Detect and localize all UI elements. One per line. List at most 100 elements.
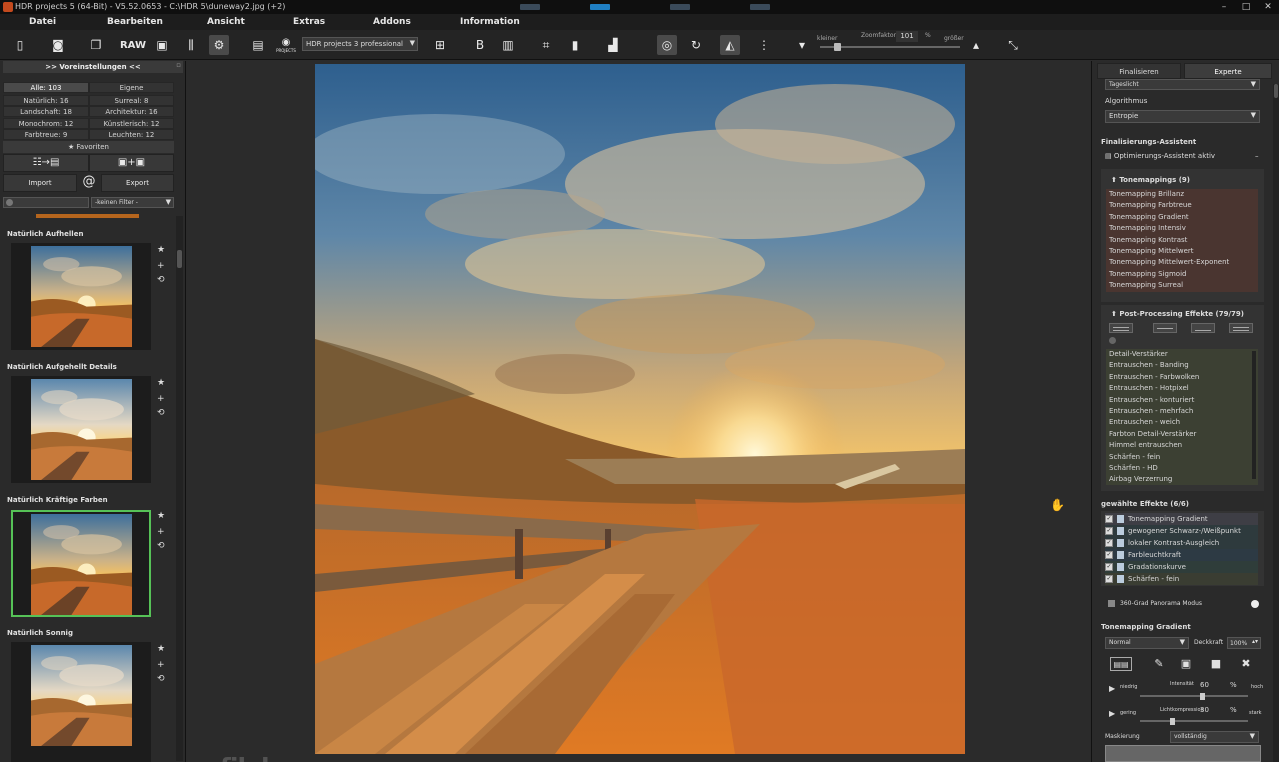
stepper-icon[interactable]: ▴▾ xyxy=(1252,638,1258,645)
fit-screen-icon[interactable]: ⤡ xyxy=(1003,35,1023,55)
effect-checkbox[interactable]: ✓ xyxy=(1105,515,1113,523)
effect-row-5[interactable]: ✓ Schärfen - fein xyxy=(1105,573,1258,585)
cat-monochrom[interactable]: Monochrom: 12 xyxy=(3,118,89,129)
main-photo[interactable] xyxy=(315,64,965,754)
scrollbar-thumb[interactable] xyxy=(177,250,182,268)
refresh-icon[interactable]: ⟲ xyxy=(157,408,165,418)
effect-row-4[interactable]: ✓ Gradationskurve xyxy=(1105,561,1258,573)
maximize-button[interactable]: □ xyxy=(1235,0,1257,14)
cat-alle[interactable]: Alle: 103 xyxy=(3,82,89,93)
sliders-icon[interactable]: ⫼ xyxy=(181,35,201,55)
image-icon[interactable]: ▣ xyxy=(152,35,172,55)
algorithm-select[interactable]: Entropie ▼ xyxy=(1105,110,1260,123)
effect-checkbox[interactable]: ✓ xyxy=(1105,527,1113,535)
lock-icon[interactable]: ▫ xyxy=(176,61,181,69)
new-file-icon[interactable]: ▯ xyxy=(10,35,30,55)
cat-eigene[interactable]: Eigene xyxy=(89,82,174,93)
image-canvas[interactable]: ✋ filehorse.com xyxy=(190,61,1089,762)
list-item[interactable]: Farbton Detail-Verstärker xyxy=(1106,429,1258,440)
list-item[interactable]: Entrauschen - Banding xyxy=(1106,360,1258,371)
cat-kuenstlerisch[interactable]: Künstlerisch: 12 xyxy=(89,118,174,129)
favorites-button[interactable]: ★ Favoriten xyxy=(3,141,174,153)
filter-dropdown[interactable]: -keinen Filter - ▼ xyxy=(91,197,174,208)
crop-icon[interactable]: ⌗ xyxy=(536,35,556,55)
list-item[interactable]: Tonemapping Kontrast xyxy=(1106,235,1258,246)
list-item[interactable]: Himmel entrauschen xyxy=(1106,440,1258,451)
delete-layer-icon[interactable]: ✖ xyxy=(1239,657,1253,671)
add-icon[interactable]: + xyxy=(157,527,165,537)
star-icon[interactable]: ★ xyxy=(157,245,165,255)
export-button[interactable]: Export xyxy=(101,174,174,192)
rotate-icon[interactable]: ↻ xyxy=(686,35,706,55)
layout-icon[interactable]: ⊞ xyxy=(430,35,450,55)
intensity-value[interactable]: 60 xyxy=(1200,681,1209,689)
light-value[interactable]: 30 xyxy=(1200,706,1209,714)
minimize-button[interactable]: – xyxy=(1213,0,1235,14)
list-item[interactable]: Tonemapping Mittelwert xyxy=(1106,246,1258,257)
edit-icon[interactable]: ✎ xyxy=(1152,657,1166,671)
panorama-toggle[interactable] xyxy=(1251,600,1259,608)
save-icon[interactable]: ▤ xyxy=(248,35,268,55)
zoom-out-icon[interactable]: ▾ xyxy=(792,35,812,55)
cat-farbtreue[interactable]: Farbtreue: 9 xyxy=(3,129,89,140)
light-compression-slider[interactable] xyxy=(1140,720,1248,722)
menu-datei[interactable]: Datei xyxy=(29,17,56,27)
intensity-slider-thumb[interactable] xyxy=(1200,693,1205,700)
cat-landschaft[interactable]: Landschaft: 18 xyxy=(3,106,89,117)
menu-bearbeiten[interactable]: Bearbeiten xyxy=(107,17,163,27)
zoom-slider[interactable] xyxy=(820,46,960,48)
presets-header[interactable]: >> Voreinstellungen << xyxy=(3,61,183,73)
list-item[interactable]: Entrauschen - Farbwolken xyxy=(1106,372,1258,383)
expand-arrow-icon[interactable]: ▶ xyxy=(1109,709,1115,718)
expand-arrow-icon[interactable]: ▶ xyxy=(1109,684,1115,693)
layers-icon[interactable]: ▤▤ xyxy=(1110,657,1132,671)
close-button[interactable]: ✕ xyxy=(1257,0,1279,14)
panel-scrollbar[interactable] xyxy=(1273,84,1279,762)
import-button[interactable]: Import xyxy=(3,174,77,192)
cat-leuchten[interactable]: Leuchten: 12 xyxy=(89,129,174,140)
list-item[interactable]: Entrauschen - Hotpixel xyxy=(1106,383,1258,394)
preset-scrollbar[interactable] xyxy=(176,216,183,761)
list-item[interactable]: Tonemapping Intensiv xyxy=(1106,223,1258,234)
mask-select[interactable]: vollständig ▼ xyxy=(1170,731,1259,743)
search-icon[interactable] xyxy=(1109,337,1116,344)
effect-row-3[interactable]: ✓ Farbleuchtkraft xyxy=(1105,549,1258,561)
effect-checkbox[interactable]: ✓ xyxy=(1105,563,1113,571)
add-icon[interactable]: + xyxy=(157,261,165,271)
zoom-in-icon[interactable]: ▴ xyxy=(966,35,986,55)
list-item[interactable]: Tonemapping Brillanz xyxy=(1106,189,1258,200)
projects-button[interactable]: ◉ PROJECTS xyxy=(276,35,296,55)
mask-gradient-preview[interactable] xyxy=(1105,745,1261,762)
star-icon[interactable]: ★ xyxy=(157,378,165,388)
add-icon[interactable]: + xyxy=(157,394,165,404)
histogram-icon[interactable]: ▟ xyxy=(603,35,623,55)
list-item[interactable]: Tonemapping Surreal xyxy=(1106,280,1258,291)
compare-icon[interactable]: ◎ xyxy=(657,35,677,55)
preset-thumbnail[interactable] xyxy=(11,243,151,350)
star-icon[interactable]: ★ xyxy=(157,511,165,521)
raw-button[interactable]: RAW xyxy=(120,35,146,55)
list-item[interactable]: Schärfen - fein xyxy=(1106,452,1258,463)
preset-thumbnail-selected[interactable] xyxy=(11,510,151,617)
tab-experte[interactable]: Experte xyxy=(1184,63,1272,79)
grid-add-button[interactable]: ▣+▣ xyxy=(89,154,174,172)
tab-finalisieren[interactable]: Finalisieren xyxy=(1097,63,1181,79)
zoom-value[interactable]: 101 xyxy=(896,31,918,42)
zoom-slider-thumb[interactable] xyxy=(834,43,841,51)
bracket-icon[interactable]: B xyxy=(470,35,490,55)
refresh-icon[interactable]: ⟲ xyxy=(157,275,165,285)
list-item[interactable]: Tonemapping Gradient xyxy=(1106,212,1258,223)
align-icon[interactable]: ▮ xyxy=(565,35,585,55)
filmstrip-icon[interactable]: ▥ xyxy=(498,35,518,55)
list-item[interactable]: Entrauschen - konturiert xyxy=(1106,395,1258,406)
list-save-button[interactable]: ☷→▤ xyxy=(3,154,89,172)
preset-search-input[interactable] xyxy=(3,197,89,208)
preset-dropdown[interactable]: HDR projects 3 professional ▼ xyxy=(302,37,418,51)
cat-architektur[interactable]: Architektur: 16 xyxy=(89,106,174,117)
menu-extras[interactable]: Extras xyxy=(293,17,325,27)
view-compact-button[interactable] xyxy=(1153,323,1177,333)
effect-checkbox[interactable]: ✓ xyxy=(1105,575,1113,583)
refresh-icon[interactable]: ⟲ xyxy=(157,674,165,684)
list-item[interactable]: Tonemapping Mittelwert-Exponent xyxy=(1106,257,1258,268)
mask-icon[interactable]: ■ xyxy=(1209,657,1223,671)
